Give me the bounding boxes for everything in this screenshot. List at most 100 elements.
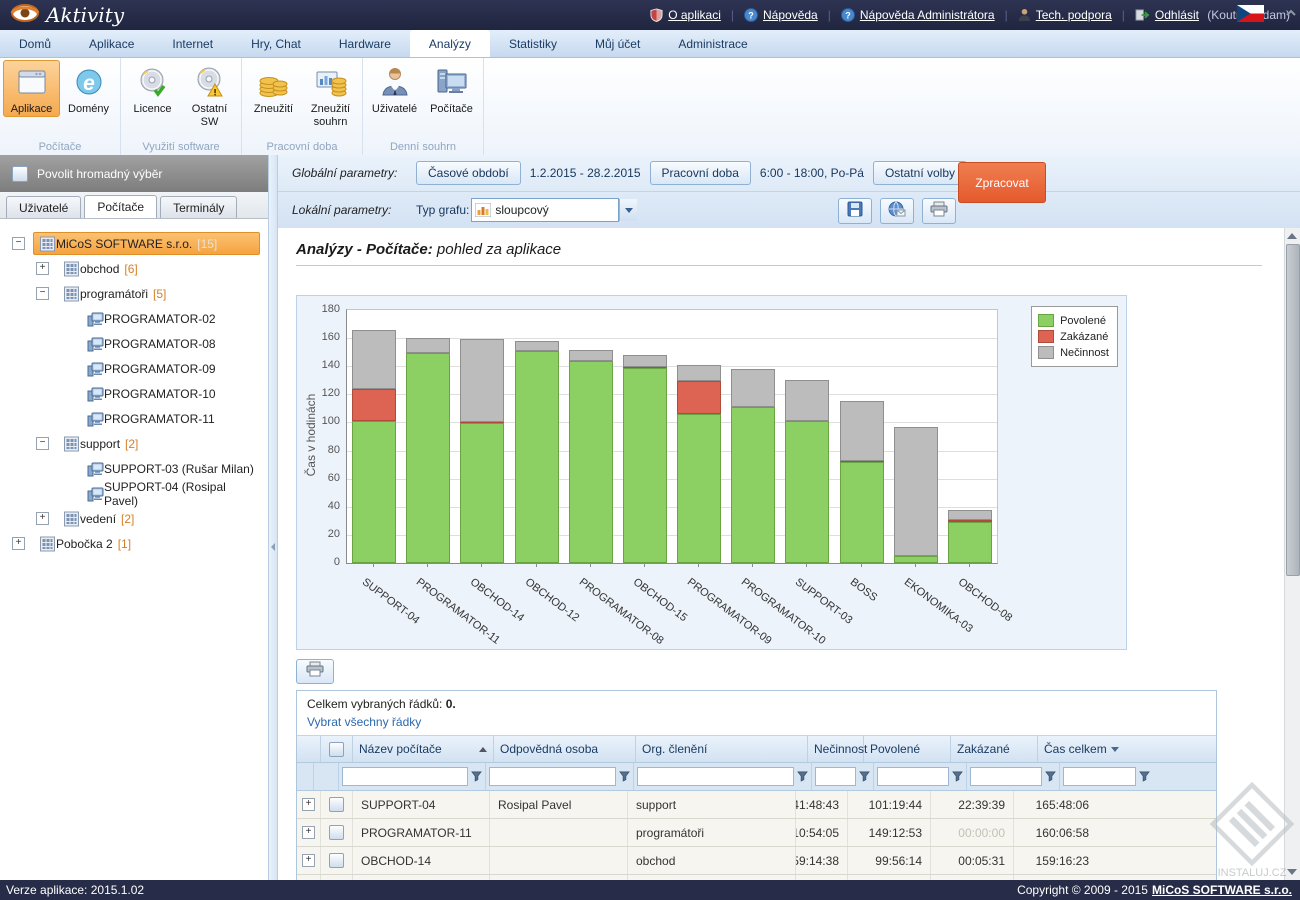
filter-input-zak-zan[interactable]	[970, 767, 1042, 786]
column-header-ne-innost[interactable]: Nečinnost	[808, 736, 864, 762]
funnel-icon[interactable]	[952, 771, 963, 782]
expand-box-icon[interactable]: +	[36, 512, 49, 525]
other-options-button[interactable]: Ostatní volby	[873, 161, 967, 185]
ribbon-button-licence[interactable]: Licence	[124, 60, 181, 130]
tree-item-program-to-i[interactable]: −programátoři[5]	[0, 281, 268, 306]
collapse-arrow-icon[interactable]	[271, 543, 275, 551]
column-header-povolen[interactable]: Povolené	[864, 736, 951, 762]
row-checkbox[interactable]	[329, 853, 344, 868]
tree-item-programator-10[interactable]: PROGRAMATOR-10	[0, 381, 268, 406]
sidebar-tab-termin-ly[interactable]: Terminály	[160, 196, 237, 218]
tree-item-programator-11[interactable]: PROGRAMATOR-11	[0, 406, 268, 431]
menu-item-administrace[interactable]: Administrace	[659, 30, 766, 57]
tree-item-obchod[interactable]: +obchod[6]	[0, 256, 268, 281]
expand-box-icon[interactable]: +	[36, 262, 49, 275]
print-chart-button[interactable]	[296, 659, 334, 684]
row-checkbox[interactable]	[329, 797, 344, 812]
ribbon-group-po-ta-e: AplikaceeDoményPočítače	[0, 58, 121, 155]
tree-item-support-04-rosipal-pavel[interactable]: SUPPORT-04 (Rosipal Pavel)	[0, 481, 268, 506]
column-menu-icon[interactable]	[1111, 747, 1119, 752]
tree-item-veden[interactable]: +vedení[2]	[0, 506, 268, 531]
period-button[interactable]: Časové období	[416, 161, 521, 185]
ribbon-button-u-ivatel[interactable]: Uživatelé	[366, 60, 423, 117]
tree-item-label: PROGRAMATOR-10	[104, 387, 216, 401]
vertical-scrollbar[interactable]	[1284, 228, 1300, 880]
collapse-box-icon[interactable]: −	[36, 437, 49, 450]
funnel-icon[interactable]	[1139, 771, 1150, 782]
pc-icon	[87, 311, 104, 327]
column-header-zak-zan[interactable]: Zakázané	[951, 736, 1038, 762]
save-button[interactable]	[838, 198, 872, 224]
menu-item-dom[interactable]: Domů	[0, 30, 70, 57]
funnel-icon[interactable]	[797, 771, 808, 782]
ribbon-button-po-ta-e[interactable]: Počítače	[423, 60, 480, 117]
topbar-link-n-pov-da-administr-tora[interactable]: ?Nápověda Administrátora	[841, 8, 995, 22]
app-window: Aktivity O aplikaci|?Nápověda|?Nápověda …	[0, 0, 1300, 900]
topbar-link-odhl-sit[interactable]: Odhlásit (Koutný, Adam)	[1135, 8, 1290, 22]
tree-item-support-03-ru-ar-milan[interactable]: SUPPORT-03 (Rušar Milan)	[0, 456, 268, 481]
ribbon-button-zneu-it-souhrn[interactable]: Zneužití souhrn	[302, 60, 359, 130]
sidebar-tab-u-ivatel[interactable]: Uživatelé	[6, 196, 81, 218]
topbar-link-tech-podpora[interactable]: Tech. podpora	[1018, 8, 1112, 22]
expand-box-icon[interactable]: +	[12, 537, 25, 550]
filter-input-odpov-dn-osoba[interactable]	[489, 767, 616, 786]
czech-flag-icon[interactable]	[1237, 5, 1264, 27]
filter-input-org-len-n[interactable]	[637, 767, 794, 786]
chart-type-dropdown-button[interactable]	[619, 199, 637, 221]
tree-item-pobo-ka-2[interactable]: +Pobočka 2[1]	[0, 531, 268, 556]
menu-item-hardware[interactable]: Hardware	[320, 30, 410, 57]
scrollbar-down-arrow-icon[interactable]	[1287, 869, 1297, 875]
select-all-checkbox[interactable]	[329, 742, 344, 757]
menu-item-hry-chat[interactable]: Hry, Chat	[232, 30, 320, 57]
ribbon-button-ostatn-sw[interactable]: Ostatní SW	[181, 60, 238, 130]
x-tick-mark	[915, 563, 916, 567]
menu-item-m-j-et[interactable]: Můj účet	[576, 30, 659, 57]
menu-item-aplikace[interactable]: Aplikace	[70, 30, 153, 57]
ribbon-button-label: Licence	[125, 103, 180, 116]
row-expand-icon[interactable]: +	[302, 854, 315, 867]
collapse-box-icon[interactable]: −	[36, 287, 49, 300]
topbar-link-n-pov-da[interactable]: ?Nápověda	[744, 8, 818, 22]
tree-item-programator-02[interactable]: PROGRAMATOR-02	[0, 306, 268, 331]
row-expand-icon[interactable]: +	[302, 798, 315, 811]
ribbon-button-aplikace[interactable]: Aplikace	[3, 60, 60, 117]
ribbon-button-zneu-it[interactable]: Zneužití	[245, 60, 302, 130]
funnel-icon[interactable]	[859, 771, 870, 782]
tree-item-micos-software-s-r-o[interactable]: −MiCoS SOFTWARE s.r.o.[15]	[0, 231, 268, 256]
filter-input-povolen[interactable]	[877, 767, 949, 786]
funnel-icon[interactable]	[471, 771, 482, 782]
worktime-button[interactable]: Pracovní doba	[650, 161, 751, 185]
column-header-n-zev-po-ta-e[interactable]: Název počítače	[353, 736, 494, 762]
process-button[interactable]: Zpracovat	[958, 162, 1046, 203]
scrollbar-up-arrow-icon[interactable]	[1287, 233, 1297, 239]
row-expand-icon[interactable]: +	[302, 826, 315, 839]
sidebar-splitter[interactable]	[268, 155, 278, 880]
multiselect-checkbox[interactable]	[12, 166, 28, 182]
funnel-icon[interactable]	[1045, 771, 1056, 782]
export-button[interactable]	[880, 198, 914, 224]
print-params-button[interactable]	[922, 198, 956, 224]
menu-item-statistiky[interactable]: Statistiky	[490, 30, 576, 57]
select-all-rows-link[interactable]: Vybrat všechny řádky	[297, 713, 1216, 735]
filter-input-as-celkem[interactable]	[1063, 767, 1136, 786]
ribbon-button-dom-ny[interactable]: eDomény	[60, 60, 117, 117]
row-checkbox[interactable]	[329, 825, 344, 840]
column-header-org-len-n[interactable]: Org. členění	[636, 736, 808, 762]
funnel-icon[interactable]	[619, 771, 630, 782]
topbar-link-o-aplikaci[interactable]: O aplikaci	[650, 8, 721, 22]
collapse-box-icon[interactable]: −	[12, 237, 25, 250]
column-header-as-celkem[interactable]: Čas celkem	[1038, 736, 1125, 762]
scroll-up-icon[interactable]	[1286, 4, 1296, 22]
filter-input-n-zev-po-ta-e[interactable]	[342, 767, 468, 786]
chart-type-select[interactable]: sloupcový	[471, 198, 619, 222]
tree-item-support[interactable]: −support[2]	[0, 431, 268, 456]
scrollbar-thumb[interactable]	[1286, 244, 1300, 576]
menu-item-internet[interactable]: Internet	[153, 30, 232, 57]
menu-item-anal-zy[interactable]: Analýzy	[410, 30, 490, 57]
tree-item-programator-09[interactable]: PROGRAMATOR-09	[0, 356, 268, 381]
tree-item-programator-08[interactable]: PROGRAMATOR-08	[0, 331, 268, 356]
sidebar-tab-po-ta-e[interactable]: Počítače	[84, 195, 157, 218]
company-link[interactable]: MiCoS SOFTWARE s.r.o.	[1152, 883, 1292, 897]
filter-input-ne-innost[interactable]	[815, 767, 856, 786]
column-header-odpov-dn-osoba[interactable]: Odpovědná osoba	[494, 736, 636, 762]
